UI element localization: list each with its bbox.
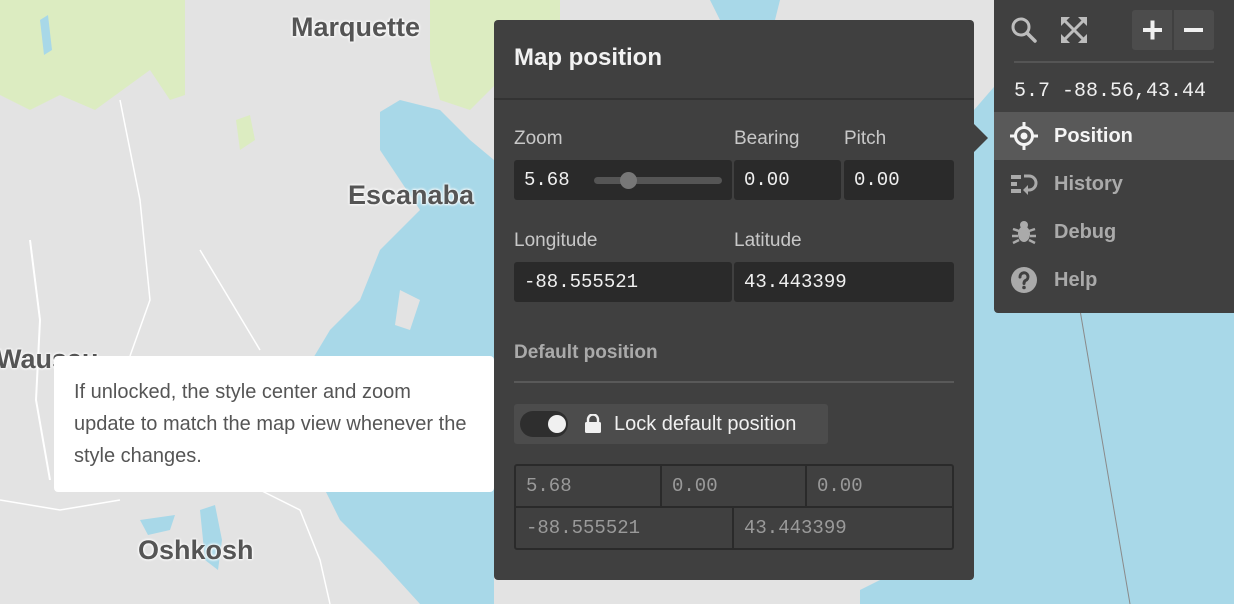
zoom-slider-thumb[interactable]: [620, 172, 637, 189]
lock-default-position-control[interactable]: Lock default position: [514, 404, 828, 444]
menu-item-history[interactable]: History: [994, 160, 1234, 208]
lock-icon: [585, 414, 601, 433]
panel-caret: [974, 124, 988, 152]
default-longitude: -88.555521: [526, 517, 641, 539]
tooltip-text: If unlocked, the style center and zoom u…: [74, 381, 467, 467]
city-label-marquette: Marquette: [291, 12, 421, 42]
bearing-label: Bearing: [734, 128, 800, 149]
menu-label-position: Position: [1054, 125, 1133, 147]
menu-label-help: Help: [1054, 269, 1098, 291]
default-latitude: 43.443399: [744, 517, 847, 539]
zoom-button-group: [1132, 10, 1214, 50]
section-divider: [514, 381, 954, 383]
menu-item-help[interactable]: Help: [994, 256, 1234, 304]
zoom-label: Zoom: [514, 128, 563, 149]
latitude-label: Latitude: [734, 230, 802, 251]
default-position-table: 5.68 0.00 0.00 -88.555521 43.443399: [514, 464, 954, 550]
panel-title: Map position: [514, 44, 662, 71]
menu-label-debug: Debug: [1054, 221, 1117, 243]
default-pitch: 0.00: [817, 475, 863, 497]
toggle-knob: [548, 415, 566, 433]
longitude-label: Longitude: [514, 230, 598, 251]
position-icon: [1010, 122, 1038, 150]
pitch-label: Pitch: [844, 128, 887, 149]
menu-item-position[interactable]: Position: [994, 112, 1234, 160]
lock-tooltip: If unlocked, the style center and zoom u…: [54, 356, 506, 492]
map-controls-panel: 5.7 -88.56,43.44 Position History Debug: [994, 0, 1234, 313]
city-label-oshkosh: Oshkosh: [138, 535, 254, 565]
bearing-input[interactable]: 0.00: [734, 160, 841, 200]
pitch-input[interactable]: 0.00: [844, 160, 954, 200]
controls-divider: [1014, 61, 1214, 63]
fullscreen-icon[interactable]: [1060, 16, 1088, 44]
city-label-escanaba: Escanaba: [348, 180, 475, 210]
lock-label: Lock default position: [614, 413, 797, 435]
help-icon: [1011, 267, 1037, 293]
zoom-in-icon: [1143, 20, 1162, 40]
longitude-input[interactable]: -88.555521: [514, 262, 732, 302]
default-position-heading: Default position: [514, 342, 658, 363]
panel-header: Map position: [494, 20, 974, 100]
menu-label-history: History: [1054, 173, 1123, 195]
history-icon: [1011, 174, 1038, 195]
zoom-out-button[interactable]: [1173, 10, 1214, 50]
menu-item-debug[interactable]: Debug: [994, 208, 1234, 256]
zoom-field: 5.68: [514, 160, 732, 200]
coordinates-readout: 5.7 -88.56,43.44: [1014, 80, 1207, 103]
latitude-input[interactable]: 43.443399: [734, 262, 954, 302]
zoom-input[interactable]: 5.68: [524, 169, 570, 191]
lock-toggle[interactable]: [520, 411, 568, 437]
search-icon[interactable]: [1010, 16, 1038, 44]
zoom-out-icon: [1184, 28, 1203, 32]
zoom-slider-track[interactable]: [594, 177, 722, 184]
default-bearing: 0.00: [672, 475, 718, 497]
zoom-in-button[interactable]: [1132, 10, 1173, 50]
default-zoom: 5.68: [526, 475, 572, 497]
bug-icon: [1012, 221, 1036, 245]
map-position-panel: Map position Zoom Bearing Pitch 5.68 0.0…: [494, 20, 988, 580]
